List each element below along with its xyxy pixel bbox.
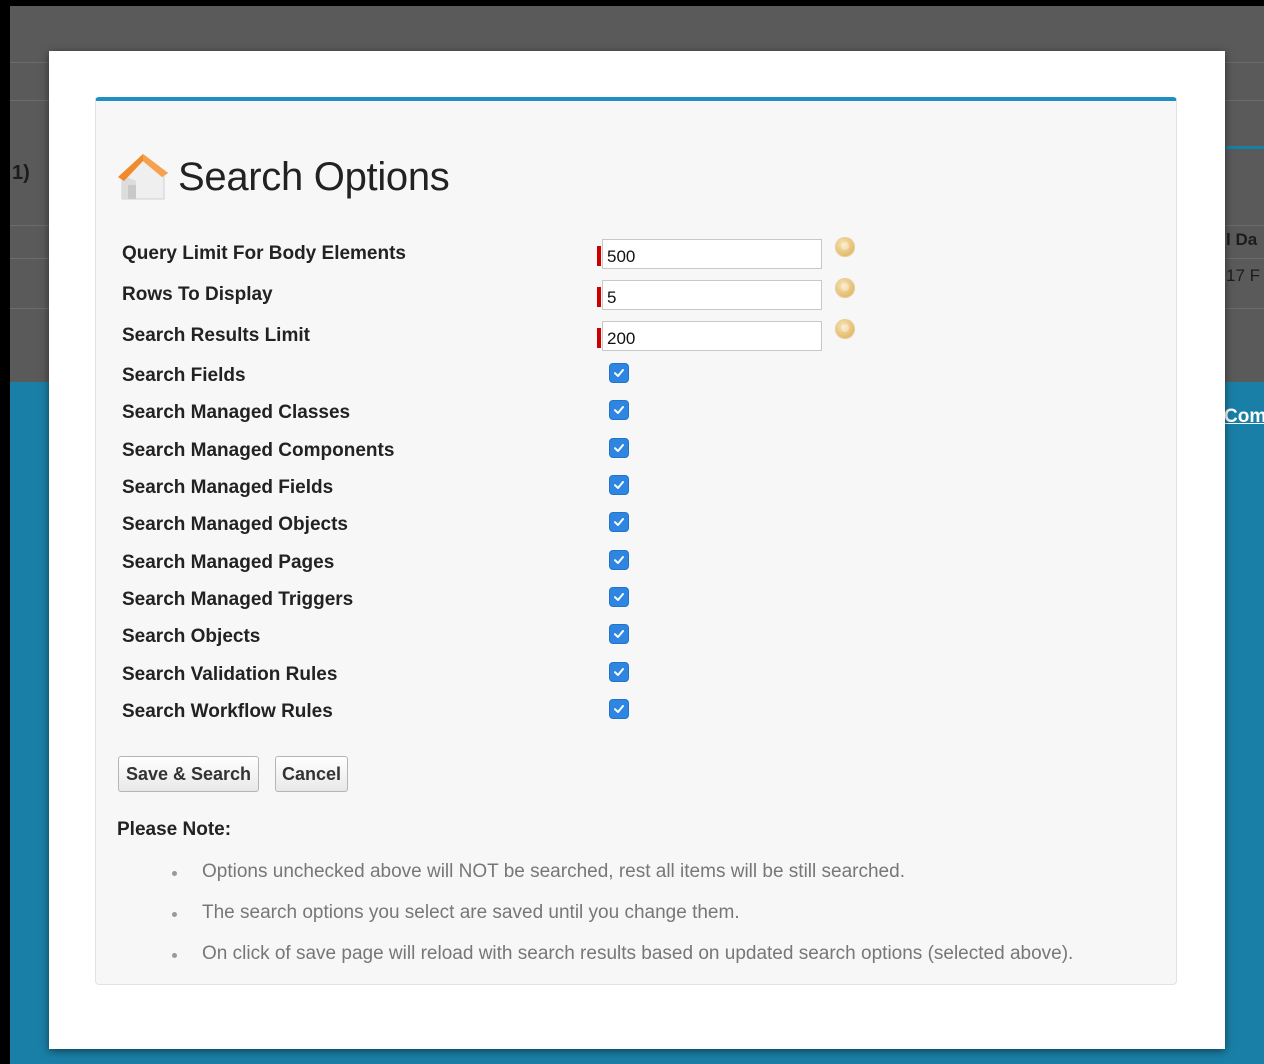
save-and-search-button[interactable]: Save & Search bbox=[118, 756, 259, 792]
notes-list: Options unchecked above will NOT be sear… bbox=[172, 861, 1073, 984]
checkbox-label: Search Fields bbox=[122, 365, 246, 386]
search-options-modal: Search Options Query Limit For Body Elem… bbox=[49, 51, 1225, 1049]
form-row-rows-to-display: Rows To Display bbox=[122, 278, 882, 310]
search-fields-checkbox[interactable] bbox=[609, 363, 629, 383]
rows-to-display-input[interactable] bbox=[602, 280, 822, 310]
checkmark-icon bbox=[614, 705, 624, 713]
field-label: Query Limit For Body Elements bbox=[122, 243, 406, 264]
checkbox-label: Search Objects bbox=[122, 626, 261, 647]
search-objects-checkbox[interactable] bbox=[609, 624, 629, 644]
note-item: On click of save page will reload with s… bbox=[172, 943, 1073, 984]
note-text: The search options you select are saved … bbox=[202, 902, 740, 923]
home-icon bbox=[118, 154, 168, 200]
note-heading: Please Note: bbox=[117, 819, 232, 840]
checkbox-label: Search Managed Objects bbox=[122, 514, 348, 535]
checkbox-label: Search Managed Fields bbox=[122, 477, 334, 498]
checkbox-row-managed-pages: Search Managed Pages bbox=[122, 548, 882, 578]
checkbox-label: Search Managed Pages bbox=[122, 552, 335, 573]
search-managed-objects-checkbox[interactable] bbox=[609, 512, 629, 532]
form-row-search-results-limit: Search Results Limit bbox=[122, 319, 882, 351]
checkbox-row-search-objects: Search Objects bbox=[122, 622, 882, 652]
checkbox-row-managed-fields: Search Managed Fields bbox=[122, 473, 882, 503]
checkbox-row-managed-components: Search Managed Components bbox=[122, 436, 882, 466]
field-label: Search Results Limit bbox=[122, 325, 310, 346]
checkmark-icon bbox=[614, 556, 624, 564]
checkmark-icon bbox=[614, 668, 624, 676]
checkmark-icon bbox=[614, 593, 624, 601]
search-managed-pages-checkbox[interactable] bbox=[609, 550, 629, 570]
checkbox-row-managed-classes: Search Managed Classes bbox=[122, 398, 882, 428]
checkmark-icon bbox=[614, 444, 624, 452]
search-managed-fields-checkbox[interactable] bbox=[609, 475, 629, 495]
note-item: The search options you select are saved … bbox=[172, 902, 1073, 943]
note-item: Options unchecked above will NOT be sear… bbox=[172, 861, 1073, 902]
search-options-panel: Search Options Query Limit For Body Elem… bbox=[95, 97, 1177, 985]
help-icon[interactable] bbox=[835, 278, 855, 298]
checkbox-row-managed-triggers: Search Managed Triggers bbox=[122, 585, 882, 615]
required-indicator bbox=[597, 328, 601, 348]
search-managed-components-checkbox[interactable] bbox=[609, 438, 629, 458]
checkbox-row-workflow-rules: Search Workflow Rules bbox=[122, 697, 882, 727]
checkbox-label: Search Validation Rules bbox=[122, 664, 338, 685]
field-label: Rows To Display bbox=[122, 284, 273, 305]
checkmark-icon bbox=[614, 518, 624, 526]
checkmark-icon bbox=[614, 630, 624, 638]
help-icon[interactable] bbox=[835, 237, 855, 257]
checkbox-label: Search Managed Components bbox=[122, 440, 395, 461]
modal-header: Search Options bbox=[116, 149, 450, 205]
bullet-icon bbox=[172, 871, 177, 876]
note-text: On click of save page will reload with s… bbox=[202, 943, 1074, 964]
search-workflow-rules-checkbox[interactable] bbox=[609, 699, 629, 719]
checkbox-row-validation-rules: Search Validation Rules bbox=[122, 660, 882, 690]
checkbox-row-search-fields: Search Fields bbox=[122, 361, 882, 391]
bullet-icon bbox=[172, 912, 177, 917]
page-title: Search Options bbox=[178, 154, 450, 199]
required-indicator bbox=[597, 246, 601, 266]
help-icon[interactable] bbox=[835, 319, 855, 339]
note-text: Options unchecked above will NOT be sear… bbox=[202, 861, 905, 882]
bullet-icon bbox=[172, 953, 177, 958]
search-results-limit-input[interactable] bbox=[602, 321, 822, 351]
query-limit-input[interactable] bbox=[602, 239, 822, 269]
checkbox-row-managed-objects: Search Managed Objects bbox=[122, 510, 882, 540]
checkmark-icon bbox=[614, 481, 624, 489]
checkbox-label: Search Managed Classes bbox=[122, 402, 351, 423]
search-validation-rules-checkbox[interactable] bbox=[609, 662, 629, 682]
checkmark-icon bbox=[614, 369, 624, 377]
cancel-button[interactable]: Cancel bbox=[275, 756, 348, 792]
required-indicator bbox=[597, 287, 601, 307]
search-managed-classes-checkbox[interactable] bbox=[609, 400, 629, 420]
checkbox-label: Search Workflow Rules bbox=[122, 701, 333, 722]
form-row-query-limit: Query Limit For Body Elements bbox=[122, 237, 882, 269]
search-managed-triggers-checkbox[interactable] bbox=[609, 587, 629, 607]
checkmark-icon bbox=[614, 406, 624, 414]
checkbox-label: Search Managed Triggers bbox=[122, 589, 354, 610]
